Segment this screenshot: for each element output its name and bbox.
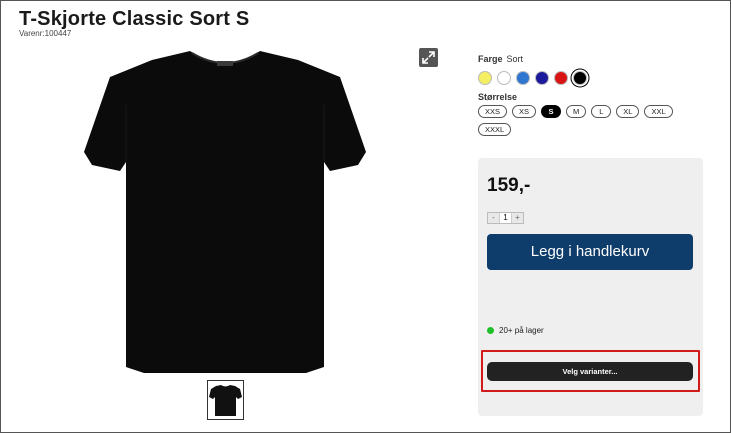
- product-image[interactable]: [80, 45, 370, 375]
- size-option-m[interactable]: M: [566, 105, 587, 118]
- color-label: Farge Sort: [478, 54, 523, 64]
- quantity-decrease-button[interactable]: -: [488, 213, 499, 223]
- buy-box: 159,- - 1 + Legg i handlekurv 20+ på lag…: [478, 158, 703, 416]
- expand-icon: [422, 51, 435, 64]
- add-to-cart-button[interactable]: Legg i handlekurv: [487, 234, 693, 270]
- selected-color-name: Sort: [506, 54, 524, 64]
- size-option-xxs[interactable]: XXS: [478, 105, 508, 118]
- price: 159,-: [487, 175, 531, 196]
- color-swatch-navy[interactable]: [535, 71, 549, 85]
- size-options: XXS XS S M L XL XXL XXXL: [478, 105, 678, 136]
- quantity-increase-button[interactable]: +: [512, 213, 523, 223]
- expand-image-button[interactable]: [419, 48, 438, 67]
- stock-dot-icon: [487, 327, 494, 334]
- tshirt-thumbnail: [209, 385, 242, 416]
- color-swatch-red[interactable]: [554, 71, 568, 85]
- thumbnail-image[interactable]: [207, 380, 244, 420]
- size-option-xl[interactable]: XL: [616, 105, 640, 118]
- size-label: Størrelse: [478, 92, 518, 102]
- color-swatches: [478, 71, 587, 85]
- size-option-xs[interactable]: XS: [512, 105, 537, 118]
- product-sku: Varenr:100447: [19, 29, 72, 38]
- size-option-l[interactable]: L: [591, 105, 612, 118]
- stock-status-text: 20+ på lager: [499, 326, 544, 335]
- color-swatch-white[interactable]: [497, 71, 511, 85]
- choose-variants-button[interactable]: Velg varianter...: [487, 362, 693, 381]
- tshirt-image: [84, 51, 366, 373]
- color-swatch-blue[interactable]: [516, 71, 530, 85]
- size-option-xxl[interactable]: XXL: [644, 105, 673, 118]
- size-option-xxxl[interactable]: XXXL: [478, 123, 512, 136]
- stock-status: 20+ på lager: [487, 326, 544, 335]
- quantity-stepper: - 1 +: [487, 212, 524, 224]
- quantity-input[interactable]: 1: [499, 213, 512, 223]
- color-swatch-black[interactable]: [573, 71, 587, 85]
- color-label-text: Farge: [478, 54, 503, 64]
- size-option-s[interactable]: S: [541, 105, 562, 118]
- color-swatch-yellow[interactable]: [478, 71, 492, 85]
- product-title: T-Skjorte Classic Sort S: [19, 8, 250, 30]
